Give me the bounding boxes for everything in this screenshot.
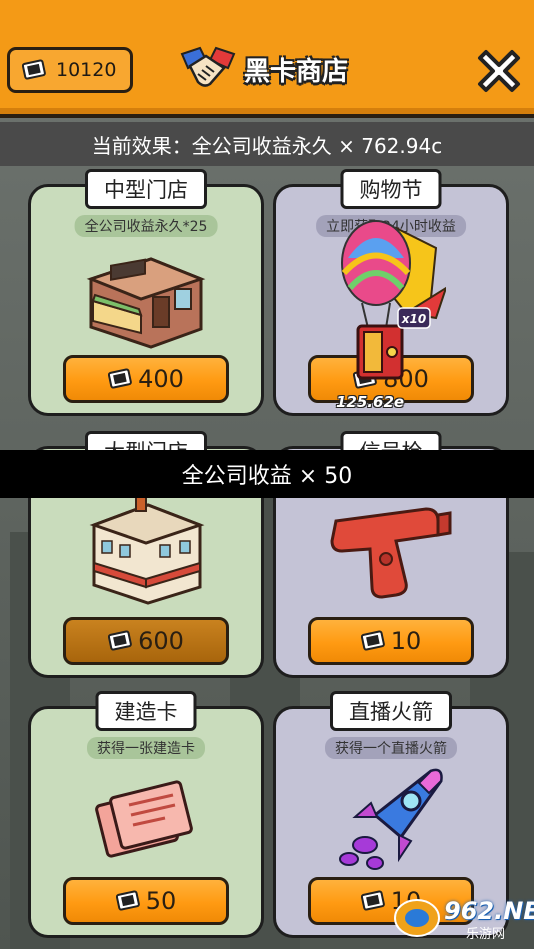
page-title: 黑卡商店 (244, 56, 349, 87)
price-label: 10 (390, 627, 422, 655)
black-card-icon (22, 59, 46, 80)
current-effect-bar: 当前效果：全公司收益永久 × 762.94c (0, 122, 534, 166)
card-description: 全公司收益永久*25 (74, 215, 218, 237)
watermark-subtext: 乐游网 (466, 927, 506, 942)
black-card-icon (108, 630, 132, 651)
close-button[interactable] (472, 44, 526, 98)
buy-button[interactable]: 600 (63, 617, 229, 665)
price-label: 50 (145, 887, 177, 915)
watermark-logo-icon (394, 899, 440, 937)
black-card-icon (360, 890, 385, 911)
card-title: 中型门店 (85, 169, 207, 209)
black-card-icon (115, 890, 140, 911)
price-label: 400 (138, 365, 184, 393)
card-title: 建造卡 (95, 691, 197, 731)
price-label: 600 (138, 627, 184, 655)
reward-multiplier: x10 (401, 312, 426, 326)
rocket-icon (339, 768, 443, 870)
shop-header: 10120 黑卡商店 (0, 0, 534, 118)
handshake-icon (180, 46, 236, 87)
reward-toast: 全公司收益 × 50 (0, 450, 534, 498)
shop-card-medium-store: 中型门店 全公司收益永久*25 400 (28, 169, 264, 416)
medium-store-icon (86, 257, 206, 349)
buy-button[interactable]: 400 (63, 355, 229, 403)
flare-gun-icon (330, 507, 452, 599)
build-card-icon (95, 780, 193, 858)
buy-button[interactable]: 50 (63, 877, 229, 925)
card-description: 获得一张建造卡 (87, 737, 205, 759)
shop-card-build-card: 建造卡 获得一张建造卡 50 (28, 691, 264, 938)
black-card-icon (360, 630, 385, 651)
large-store-icon (89, 496, 205, 605)
card-title: 购物节 (340, 169, 442, 209)
watermark-text: 962.NET (444, 897, 534, 925)
site-watermark: 962.NET 乐游网 (392, 895, 534, 945)
balloon-reward-icon: x10 (341, 220, 446, 380)
currency-display[interactable]: 10120 (7, 47, 133, 93)
shop-title: 黑卡商店 (180, 46, 348, 92)
card-description: 获得一个直播火箭 (325, 737, 457, 759)
close-icon (478, 50, 520, 92)
toast-text: 全公司收益 × 50 (181, 464, 353, 489)
card-title: 直播火箭 (330, 691, 452, 731)
black-card-icon (108, 368, 132, 389)
reward-value: 125.62e (336, 393, 405, 411)
currency-amount: 10120 (56, 59, 117, 81)
current-effect-text: 当前效果：全公司收益永久 × 762.94c (91, 133, 443, 158)
buy-button[interactable]: 10 (308, 617, 474, 665)
